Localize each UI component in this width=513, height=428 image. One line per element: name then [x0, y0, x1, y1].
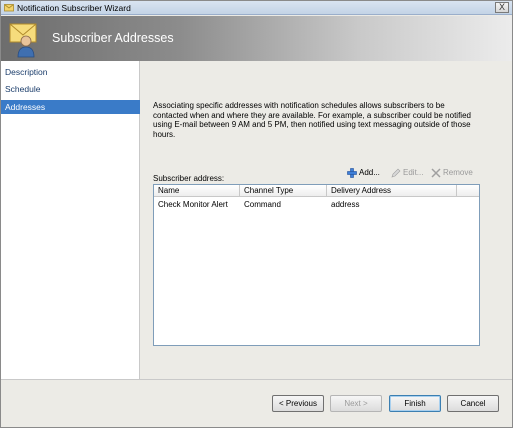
nav-item-addresses[interactable]: Addresses: [1, 100, 140, 114]
add-button[interactable]: Add...: [347, 165, 380, 180]
finish-button[interactable]: Finish: [389, 395, 441, 412]
list-header: Name Channel Type Delivery Address: [154, 185, 479, 197]
nav-item-description[interactable]: Description: [1, 65, 140, 79]
content-panel: Associating specific addresses with noti…: [141, 61, 512, 379]
description-text: Associating specific addresses with noti…: [153, 101, 471, 139]
envelope-icon: [4, 4, 14, 12]
cell-channel-type: Command: [244, 200, 281, 209]
wizard-step-nav: Description Schedule Addresses: [1, 61, 140, 379]
previous-button[interactable]: < Previous: [272, 395, 324, 412]
cell-delivery-address: address: [331, 200, 360, 209]
remove-label: Remove: [443, 168, 473, 177]
wizard-window: Notification Subscriber Wizard X Subscri…: [0, 0, 513, 428]
edit-label: Edit...: [403, 168, 424, 177]
cell-name: Check Monitor Alert: [158, 200, 228, 209]
column-header-name[interactable]: Name: [154, 185, 240, 197]
pencil-icon: [391, 168, 401, 177]
nav-item-schedule[interactable]: Schedule: [1, 82, 140, 96]
edit-button[interactable]: Edit...: [391, 165, 423, 180]
cancel-button[interactable]: Cancel: [447, 395, 499, 412]
subscriber-address-label: Subscriber address:: [153, 174, 225, 183]
remove-x-icon: [431, 167, 441, 178]
window-title: Notification Subscriber Wizard: [17, 3, 131, 13]
envelope-user-icon: [9, 23, 37, 58]
column-header-channel-type[interactable]: Channel Type: [240, 185, 327, 197]
add-icon: [347, 167, 357, 178]
remove-button[interactable]: Remove: [431, 165, 473, 180]
close-button[interactable]: X: [495, 2, 509, 13]
header-banner: Subscriber Addresses: [1, 16, 512, 61]
next-button[interactable]: Next >: [330, 395, 382, 412]
title-bar: Notification Subscriber Wizard X: [1, 1, 512, 15]
add-label: Add...: [359, 168, 380, 177]
address-toolbar: Add... Edit... Remove: [347, 165, 482, 180]
address-list[interactable]: Name Channel Type Delivery Address Check…: [153, 184, 480, 346]
page-title: Subscriber Addresses: [52, 31, 174, 45]
table-row[interactable]: Check Monitor Alert Command address: [154, 199, 479, 211]
column-header-delivery-address[interactable]: Delivery Address: [327, 185, 457, 197]
wizard-footer: < Previous Next > Finish Cancel: [1, 379, 512, 427]
